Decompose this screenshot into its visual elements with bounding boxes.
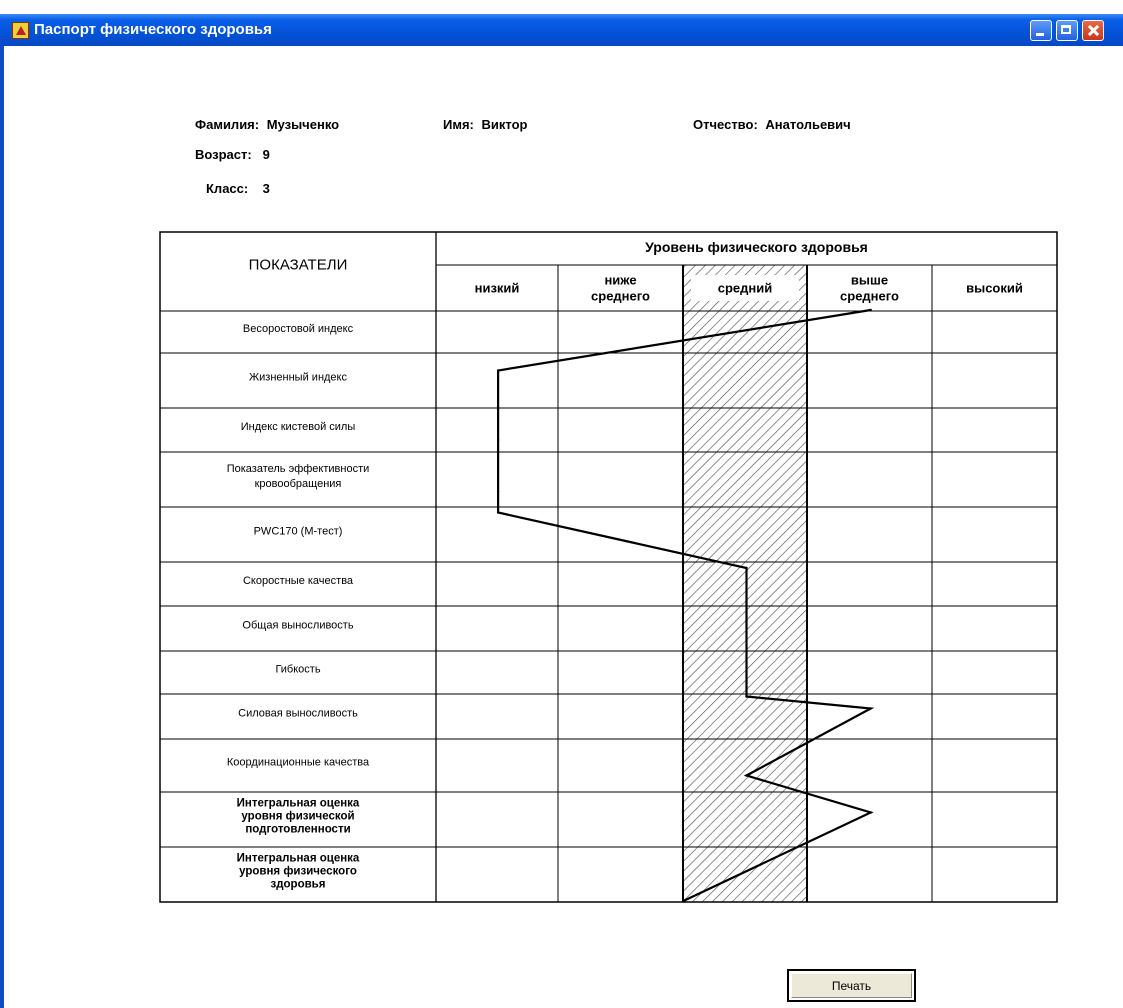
indicator-label-0: Весоростовой индекс [243,323,354,335]
profile-point-8 [869,707,872,710]
level-header-3: выше [851,272,888,287]
profile-point-5 [745,566,748,570]
profile-point-9 [745,774,748,777]
level-header-0: низкий [475,280,520,295]
level-header-2: средний [718,280,773,295]
indicator-label-11: уровня физического [239,866,357,878]
indicator-label-10: уровня физической [241,811,354,823]
profile-point-1 [496,369,500,372]
indicator-label-2: Индекс кистевой силы [241,421,356,433]
indicators-header: ПОКАЗАТЕЛИ [249,256,348,273]
print-button-label: Печать [791,973,912,998]
indicator-label-10: подготовленности [245,824,350,836]
profile-point-2 [496,438,500,442]
level-header-4: высокий [966,280,1023,295]
indicator-label-1: Жизненный индекс [249,371,347,383]
indicator-label-4: PWC170 (М-тест) [254,525,343,537]
health-passport-table: ПОКАЗАТЕЛИ Уровень физического здоровья ни… [159,231,1058,903]
profile-point-6 [745,619,748,622]
print-button[interactable]: Печать [787,969,916,1002]
indicator-label-3: Показатель эффективности [227,463,370,475]
profile-point-11 [683,899,686,902]
profile-point-7 [745,695,748,698]
average-level-column-hatch [683,265,807,902]
profile-point-4 [496,511,500,514]
indicator-label-11: Интегральная оценка [237,853,360,865]
level-header: Уровень физического здоровья [645,239,868,255]
indicator-label-6: Общая выносливость [242,619,353,631]
level-header-1: ниже [604,272,636,287]
indicator-label-11: здоровья [271,879,326,891]
profile-point-3 [496,490,500,493]
indicator-label-9: Координационные качества [227,756,370,768]
level-header-1: среднего [591,288,650,303]
profile-point-0 [869,308,872,312]
level-header-3: среднего [840,288,899,303]
indicator-label-8: Силовая выносливость [238,707,358,719]
indicator-label-7: Гибкость [275,663,320,675]
indicator-label-5: Скоростные качества [243,575,354,587]
profile-point-10 [869,811,872,814]
indicator-label-3: кровообращения [255,478,342,490]
indicator-label-10: Интегральная оценка [237,798,360,810]
